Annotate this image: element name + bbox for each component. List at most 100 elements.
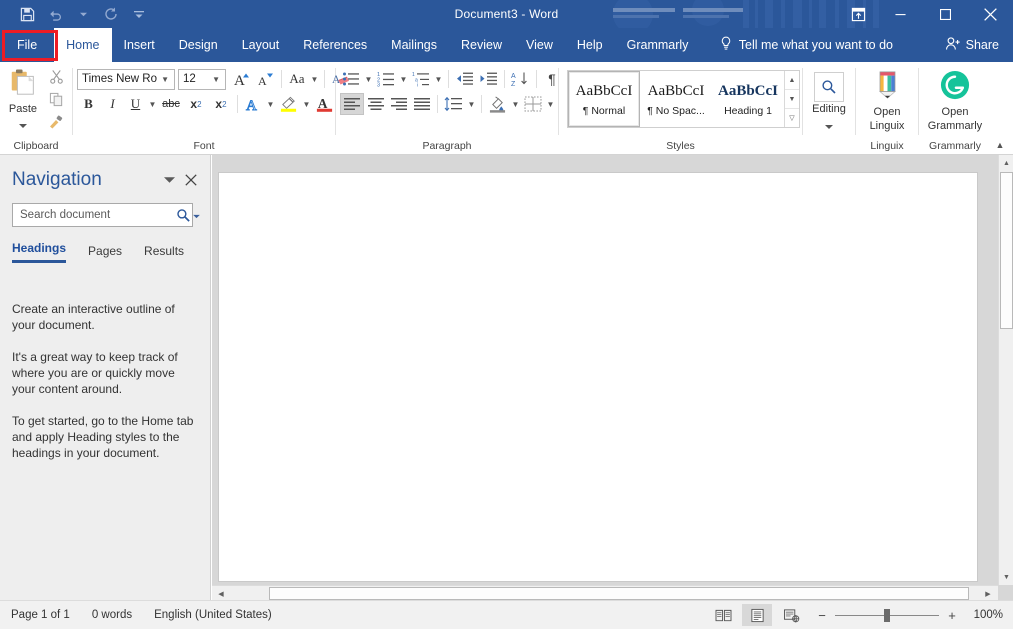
nav-tab-pages[interactable]: Pages [88, 244, 122, 263]
text-effects-dropdown-icon[interactable]: ▼ [265, 93, 276, 115]
print-layout-icon[interactable] [742, 604, 772, 626]
copy-icon[interactable] [44, 88, 68, 110]
navigation-search-box[interactable] [12, 203, 200, 227]
search-dropdown-icon[interactable] [191, 206, 202, 224]
open-linguix-button[interactable]: Open Linguix [860, 67, 914, 133]
multilevel-list-dropdown-icon[interactable]: ▼ [433, 68, 444, 90]
font-name-dropdown-icon[interactable]: ▼ [158, 75, 172, 84]
shading-icon[interactable] [486, 93, 509, 115]
text-effects-icon[interactable]: A [242, 93, 264, 115]
style-heading-1[interactable]: AaBbCcI Heading 1 [712, 71, 784, 127]
page-count[interactable]: Page 1 of 1 [0, 609, 81, 621]
word-count[interactable]: 0 words [81, 609, 143, 621]
multilevel-list-icon[interactable]: 1ai [410, 68, 432, 90]
paste-button[interactable]: Paste [4, 65, 42, 136]
tell-me-search[interactable]: Tell me what you want to do [719, 28, 893, 62]
ribbon-display-options-icon[interactable] [838, 0, 878, 28]
highlight-color-dropdown-icon[interactable]: ▼ [301, 93, 312, 115]
editing-dropdown-icon[interactable] [825, 117, 833, 135]
search-input[interactable] [18, 208, 176, 222]
document-page[interactable] [218, 172, 978, 582]
maximize-button[interactable] [923, 0, 968, 28]
vertical-scrollbar-thumb[interactable] [1000, 172, 1013, 329]
font-color-icon[interactable]: A [313, 93, 336, 115]
tab-grammarly[interactable]: Grammarly [615, 28, 701, 62]
bullets-dropdown-icon[interactable]: ▼ [363, 68, 374, 90]
tab-insert[interactable]: Insert [112, 28, 167, 62]
vertical-scrollbar[interactable]: ▲ ▼ [998, 155, 1013, 585]
bold-button[interactable]: B [77, 93, 100, 115]
cut-icon[interactable] [44, 65, 68, 87]
collapse-ribbon-icon[interactable]: ▲ [992, 137, 1008, 153]
undo-icon[interactable] [42, 2, 68, 26]
nav-tab-results[interactable]: Results [144, 244, 184, 263]
highlight-color-icon[interactable] [277, 93, 300, 115]
zoom-slider-handle[interactable] [884, 609, 890, 622]
strikethrough-button[interactable]: abc [159, 93, 183, 115]
tab-layout[interactable]: Layout [230, 28, 292, 62]
zoom-out-button[interactable]: − [816, 608, 828, 623]
navigation-close-icon[interactable] [180, 169, 202, 191]
share-button[interactable]: Share [945, 28, 999, 62]
change-case-icon[interactable]: Aa [286, 68, 308, 90]
decrease-indent-icon[interactable] [453, 68, 476, 90]
change-case-dropdown-icon[interactable]: ▼ [309, 68, 320, 90]
bullets-icon[interactable] [340, 68, 362, 90]
horizontal-scrollbar-thumb[interactable] [269, 587, 969, 600]
align-right-button[interactable] [388, 93, 410, 115]
italic-button[interactable]: I [101, 93, 124, 115]
paste-dropdown-icon[interactable] [19, 116, 27, 134]
read-mode-icon[interactable] [708, 604, 738, 626]
horizontal-scrollbar[interactable]: ◀ ▶ [212, 585, 998, 600]
numbering-icon[interactable]: 123 [375, 68, 397, 90]
open-grammarly-button[interactable]: Open Grammarly [923, 67, 987, 133]
zoom-slider[interactable] [835, 608, 939, 622]
tab-references[interactable]: References [291, 28, 379, 62]
styles-scroll-down-icon[interactable]: ▼ [785, 90, 799, 109]
styles-more-icon[interactable]: ▽ [785, 109, 799, 127]
zoom-in-button[interactable]: + [946, 608, 958, 623]
redo-icon[interactable] [98, 2, 124, 26]
numbering-dropdown-icon[interactable]: ▼ [398, 68, 409, 90]
borders-dropdown-icon[interactable]: ▼ [545, 93, 556, 115]
zoom-level-label[interactable]: 100% [965, 609, 1003, 621]
nav-tab-headings[interactable]: Headings [12, 241, 67, 263]
shrink-font-icon[interactable]: A [255, 68, 277, 90]
scroll-left-icon[interactable]: ◀ [213, 586, 229, 601]
shading-dropdown-icon[interactable]: ▼ [510, 93, 521, 115]
styles-scroll-up-icon[interactable]: ▲ [785, 71, 799, 90]
minimize-button[interactable] [878, 0, 923, 28]
underline-button[interactable]: U [125, 93, 146, 115]
tab-review[interactable]: Review [449, 28, 514, 62]
web-layout-icon[interactable] [776, 604, 806, 626]
scroll-up-icon[interactable]: ▲ [999, 155, 1013, 171]
tab-mailings[interactable]: Mailings [379, 28, 449, 62]
editing-button[interactable]: Editing [807, 69, 851, 135]
font-name-combo[interactable]: Times New Ro ▼ [77, 68, 175, 90]
tab-design[interactable]: Design [167, 28, 230, 62]
font-size-dropdown-icon[interactable]: ▼ [209, 75, 223, 84]
scroll-down-icon[interactable]: ▼ [999, 569, 1013, 585]
subscript-button[interactable]: x2 [184, 93, 208, 115]
superscript-button[interactable]: x2 [209, 93, 233, 115]
customize-qat-icon[interactable] [126, 2, 152, 26]
navigation-options-chevron-down-icon[interactable] [158, 169, 180, 191]
align-center-button[interactable] [365, 93, 387, 115]
close-button[interactable] [968, 0, 1013, 28]
line-spacing-dropdown-icon[interactable]: ▼ [466, 93, 477, 115]
line-spacing-icon[interactable] [442, 93, 465, 115]
style-normal[interactable]: AaBbCcI ¶ Normal [568, 71, 640, 127]
align-left-button[interactable] [340, 93, 364, 115]
justify-button[interactable] [411, 93, 433, 115]
sort-icon[interactable]: AZ [509, 68, 532, 90]
tab-help[interactable]: Help [565, 28, 615, 62]
underline-dropdown-icon[interactable]: ▼ [147, 93, 158, 115]
tab-file[interactable]: File [0, 28, 55, 62]
undo-dropdown-icon[interactable] [70, 2, 96, 26]
search-icon[interactable] [176, 208, 191, 223]
borders-icon[interactable] [522, 93, 544, 115]
font-size-combo[interactable]: 12 ▼ [178, 68, 226, 90]
save-icon[interactable] [14, 2, 40, 26]
grow-font-icon[interactable]: A [232, 68, 254, 90]
increase-indent-icon[interactable] [477, 68, 500, 90]
